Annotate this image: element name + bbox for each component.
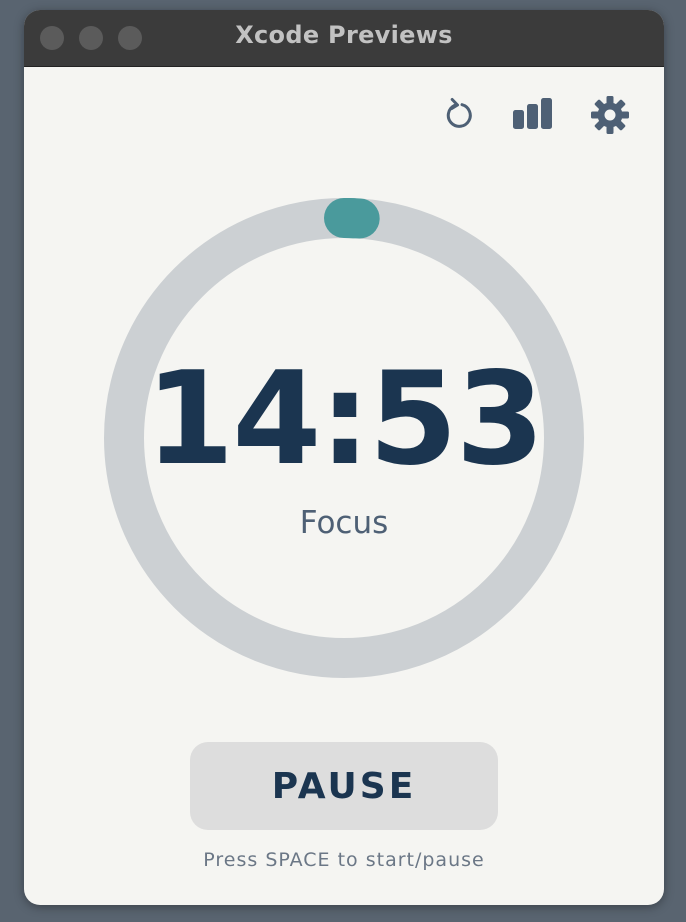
timer-display: 14:53 — [145, 345, 544, 494]
gear-icon — [591, 96, 629, 134]
progress-handle — [327, 198, 380, 239]
keyboard-hint: Press SPACE to start/pause — [203, 849, 485, 871]
pause-button[interactable]: PAUSE — [190, 742, 498, 830]
app-window: Xcode Previews 14:53 Focus PAUSE Press S… — [24, 10, 664, 905]
timer-mode-label: Focus — [299, 505, 389, 541]
stats-button[interactable] — [513, 95, 553, 135]
window-title: Xcode Previews — [235, 21, 453, 49]
settings-button[interactable] — [590, 95, 630, 135]
reset-icon — [446, 98, 472, 128]
reset-button[interactable] — [438, 95, 478, 135]
title-bar[interactable]: Xcode Previews — [24, 10, 664, 67]
stats-icon — [513, 98, 552, 129]
